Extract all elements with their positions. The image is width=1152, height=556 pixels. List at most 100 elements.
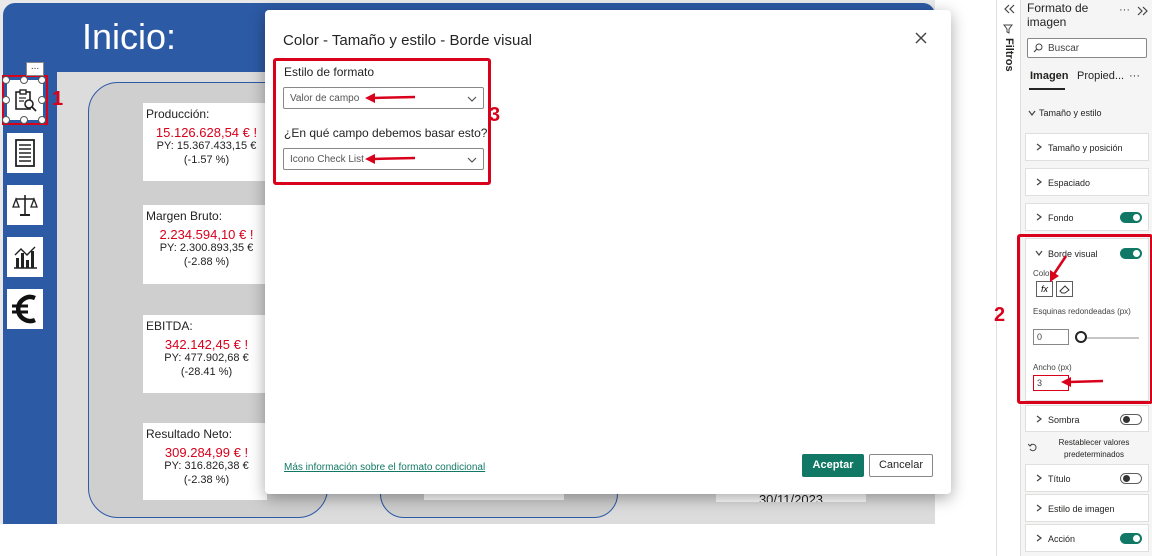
rounded-corners-slider-thumb[interactable]: [1075, 331, 1087, 343]
kpi-card[interactable]: EBITDA: 342.142,45 € ! PY: 477.902,68 € …: [143, 315, 267, 393]
toggle-knob: [1123, 475, 1130, 482]
checklist-search-icon: [15, 89, 37, 112]
card-size-position[interactable]: Tamaño y posición: [1025, 133, 1149, 161]
field-value: Icono Check List: [290, 154, 364, 165]
chevron-down-icon: [467, 157, 477, 163]
card-shadow[interactable]: Sombra: [1025, 405, 1149, 432]
learn-more-link[interactable]: Más información sobre el formato condici…: [284, 462, 485, 473]
chevron-right-icon: [1036, 474, 1042, 482]
card-label: Título: [1048, 474, 1071, 484]
chevron-right-icon: [1036, 504, 1042, 512]
kpi-value: 342.142,45 € !: [164, 337, 249, 352]
tab-properties[interactable]: Propied...: [1077, 70, 1124, 82]
width-label: Ancho (px): [1033, 363, 1072, 372]
shadow-toggle[interactable]: [1120, 414, 1142, 425]
filters-label: Filtros: [1003, 38, 1015, 72]
card-image-style[interactable]: Estilo de imagen: [1025, 494, 1149, 522]
chevron-right-icon: [1036, 143, 1042, 151]
red-arrow-icon: [365, 154, 416, 164]
background-toggle[interactable]: [1120, 212, 1142, 223]
selection-handle[interactable]: [20, 76, 28, 84]
kpi-variation: (-2.88 %): [183, 256, 230, 268]
nav-document-image[interactable]: [7, 133, 43, 173]
callout-number: 1: [52, 88, 64, 110]
card-background[interactable]: Fondo: [1025, 203, 1149, 231]
format-style-value: Valor de campo: [290, 93, 360, 104]
screen: Inicio: ... 1 30/11/2023 Producción: 15.…: [0, 0, 1152, 556]
kpi-previous-year: PY: 2.300.893,35 €: [159, 242, 254, 254]
kpi-title: Resultado Neto:: [146, 427, 233, 441]
accept-button[interactable]: Aceptar: [802, 454, 864, 477]
euro-icon: [12, 294, 36, 324]
search-icon: [1033, 43, 1043, 53]
selection-handle[interactable]: [38, 96, 46, 104]
selection-handle[interactable]: [2, 96, 10, 104]
kpi-variation: (-2.38 %): [183, 474, 230, 486]
card-label: Acción: [1048, 534, 1076, 544]
conditional-format-dialog: Color - Tamaño y estilo - Borde visual 3…: [265, 10, 951, 494]
card-label: Sombra: [1048, 415, 1080, 425]
format-pane-title: Formato de imagen: [1027, 1, 1089, 29]
search-input[interactable]: Buscar: [1027, 38, 1147, 58]
nav-balance-image[interactable]: [7, 185, 43, 225]
kpi-value: 15.126.628,54 € !: [155, 125, 258, 140]
kpi-value: 2.234.594,10 € !: [159, 227, 254, 242]
red-arrow-icon: [365, 93, 416, 103]
kpi-card[interactable]: Resultado Neto: 309.284,99 € ! PY: 316.8…: [143, 423, 267, 500]
filter-funnel-icon: [1003, 24, 1013, 34]
reset-defaults-link[interactable]: Restablecer valores predeterminados: [1039, 437, 1149, 461]
kpi-title: Margen Bruto:: [146, 209, 223, 223]
selection-handle[interactable]: [38, 116, 46, 124]
card-label: Espaciado: [1048, 178, 1091, 188]
kpi-variation: (-28.41 %): [180, 366, 233, 378]
dialog-title: Color - Tamaño y estilo - Borde visual: [283, 32, 532, 49]
tabs-more-button[interactable]: ···: [1129, 70, 1140, 82]
kpi-title: EBITDA:: [146, 319, 193, 333]
selection-handle[interactable]: [2, 116, 10, 124]
chevron-right-icon: [1036, 213, 1042, 221]
selection-handle[interactable]: [2, 76, 10, 84]
active-tab-indicator: [1029, 88, 1065, 90]
action-toggle[interactable]: [1120, 533, 1142, 544]
visual-more-options[interactable]: ...: [26, 62, 44, 76]
more-options-button[interactable]: ···: [1119, 4, 1130, 16]
rounded-corners-input[interactable]: 0: [1033, 329, 1069, 345]
card-label: Estilo de imagen: [1048, 504, 1115, 514]
chevron-right-icon: [1036, 178, 1042, 186]
format-style-label: Estilo de formato: [284, 65, 375, 79]
title-toggle[interactable]: [1120, 473, 1142, 484]
kpi-title: Producción:: [146, 107, 210, 121]
format-pane: Formato de imagen ··· Buscar Imagen Prop…: [994, 0, 1152, 556]
cancel-button[interactable]: Cancelar: [869, 454, 933, 477]
chevron-down-icon[interactable]: [1028, 109, 1036, 117]
kpi-previous-year: PY: 316.826,38 €: [164, 460, 249, 472]
kpi-card[interactable]: Margen Bruto: 2.234.594,10 € ! PY: 2.300…: [143, 205, 267, 284]
search-placeholder: Buscar: [1048, 43, 1080, 54]
kpi-variation: (-1.57 %): [183, 154, 230, 166]
tab-image[interactable]: Imagen: [1030, 70, 1069, 82]
chevron-right-icon: [1036, 415, 1042, 423]
chevron-down-icon: [467, 96, 477, 102]
callout-number: 3: [489, 104, 501, 126]
card-action[interactable]: Acción: [1025, 524, 1149, 552]
document-list-icon: [15, 139, 35, 167]
card-spacing[interactable]: Espaciado: [1025, 168, 1149, 196]
callout-number: 2: [994, 304, 1006, 326]
section-size-style[interactable]: Tamaño y estilo: [1039, 108, 1102, 118]
rounded-corners-label: Esquinas redondeadas (px): [1033, 307, 1131, 316]
toggle-knob: [1133, 214, 1140, 221]
bar-chart-icon: [14, 246, 37, 269]
double-chevron-right-icon[interactable]: [1137, 6, 1149, 16]
toggle-knob: [1133, 535, 1140, 542]
double-chevron-left-icon[interactable]: [1003, 4, 1015, 14]
close-icon[interactable]: [913, 30, 929, 46]
nav-chart-image[interactable]: [7, 237, 43, 277]
nav-euro-image[interactable]: [7, 289, 43, 329]
card-title[interactable]: Título: [1025, 464, 1149, 492]
selection-handle[interactable]: [38, 76, 46, 84]
eraser-icon: [1059, 284, 1070, 293]
red-arrow-icon: [1050, 255, 1068, 282]
reset-icon[interactable]: [1028, 443, 1037, 452]
selection-handle[interactable]: [20, 116, 28, 124]
kpi-card[interactable]: Producción: 15.126.628,54 € ! PY: 15.367…: [143, 103, 267, 181]
